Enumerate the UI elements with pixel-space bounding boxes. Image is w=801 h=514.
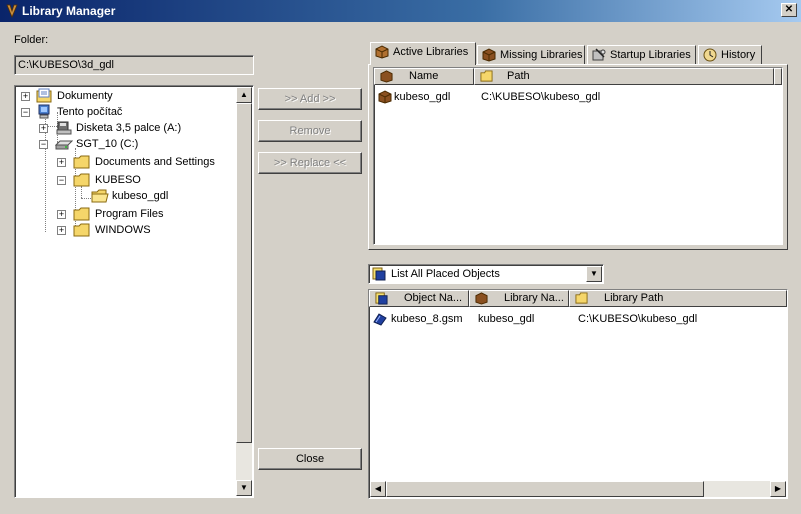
expand-icon[interactable]: + <box>57 158 66 167</box>
placed-objects-icon <box>372 267 386 281</box>
folder-path-field: C:\KUBESO\3d_gdl <box>14 55 254 75</box>
table-row[interactable]: kubeso_gdl C:\KUBESO\kubeso_gdl <box>376 88 776 106</box>
tree-item-label: Program Files <box>95 208 164 220</box>
scroll-down-icon[interactable]: ▼ <box>236 480 252 496</box>
object-name-cell: kubeso_8.gsm <box>391 313 463 325</box>
scroll-thumb[interactable] <box>236 103 252 443</box>
gsm-object-icon <box>373 313 387 326</box>
folder-icon <box>480 70 493 82</box>
scroll-right-icon[interactable]: ▶ <box>770 481 786 497</box>
library-box-icon <box>482 48 496 62</box>
tab-label: Missing Libraries <box>500 49 583 61</box>
tab-label: History <box>721 49 756 61</box>
replace-button[interactable]: >> Replace << <box>258 152 362 174</box>
remove-button[interactable]: Remove <box>258 120 362 142</box>
column-header-library-name[interactable]: Library Na... <box>469 290 569 307</box>
expand-icon[interactable]: + <box>57 226 66 235</box>
tab-active-libraries[interactable]: Active Libraries <box>370 42 476 65</box>
tree-item-label: KUBESO <box>95 174 141 186</box>
tab-startup-libraries[interactable]: Startup Libraries <box>587 45 696 65</box>
scroll-up-icon[interactable]: ▲ <box>236 87 252 103</box>
chevron-down-icon[interactable]: ▼ <box>586 266 602 282</box>
tree-item-dokumenty[interactable]: + Dokumenty <box>17 88 227 104</box>
scroll-left-icon[interactable]: ◀ <box>370 481 386 497</box>
column-header-filler <box>774 68 782 85</box>
computer-icon <box>38 104 50 119</box>
title-bar: Library Manager ✕ <box>0 0 801 22</box>
tree-item-label: SGT_10 (C:) <box>76 138 139 150</box>
folder-open-icon <box>91 189 109 203</box>
active-libraries-list[interactable]: Name Path kubeso_gdl C:\KUBESO\kubeso_gd… <box>373 67 783 245</box>
startup-icon <box>592 48 606 61</box>
tree-item-label: Tento počítač <box>57 106 123 118</box>
placed-objects-filter-select[interactable]: List All Placed Objects ▼ <box>368 264 604 284</box>
tab-label: Active Libraries <box>393 46 469 58</box>
tree-item-kubeso-gdl[interactable]: kubeso_gdl <box>17 188 227 204</box>
tree-item-windows[interactable]: + WINDOWS <box>17 222 227 238</box>
folder-icon <box>73 207 90 221</box>
collapse-icon[interactable]: − <box>39 140 48 149</box>
window-title: Library Manager <box>22 4 116 18</box>
expand-icon[interactable]: + <box>39 124 48 133</box>
column-header-path[interactable]: Path <box>474 68 774 85</box>
library-box-icon <box>380 70 393 83</box>
library-box-icon <box>375 45 389 59</box>
history-icon <box>703 48 717 62</box>
tree-item-label: kubeso_gdl <box>112 190 169 202</box>
folder-icon <box>73 223 90 237</box>
hard-drive-icon <box>55 140 73 150</box>
close-window-button[interactable]: ✕ <box>781 3 797 17</box>
tree-item-kubeso[interactable]: − KUBESO <box>17 172 227 188</box>
expand-icon[interactable]: + <box>21 92 30 101</box>
documents-icon <box>36 88 52 103</box>
library-name-cell: kubeso_gdl <box>394 91 451 103</box>
column-header-object-name[interactable]: Object Na... <box>369 290 469 307</box>
table-row[interactable]: kubeso_8.gsm kubeso_gdl C:\KUBESO\kubeso… <box>371 310 781 328</box>
close-button[interactable]: Close <box>258 448 362 470</box>
tab-history[interactable]: History <box>698 45 762 65</box>
column-header-library-path[interactable]: Library Path <box>569 290 787 307</box>
tree-item-label: Documents and Settings <box>95 156 215 168</box>
scroll-thumb[interactable] <box>386 481 704 497</box>
close-icon: ✕ <box>784 4 794 15</box>
add-button[interactable]: >> Add >> <box>258 88 362 110</box>
tree-item-drive-c[interactable]: − SGT_10 (C:) <box>17 136 227 152</box>
folder-icon <box>575 292 588 304</box>
app-icon <box>6 4 18 19</box>
tree-item-program-files[interactable]: + Program Files <box>17 206 227 222</box>
column-header-name[interactable]: Name <box>374 68 474 85</box>
tree-vertical-scrollbar[interactable]: ▲ ▼ <box>236 87 252 496</box>
tab-label: Startup Libraries <box>610 49 691 61</box>
expand-icon[interactable]: + <box>57 210 66 219</box>
placed-objects-horizontal-scrollbar[interactable]: ◀ ▶ <box>370 481 786 497</box>
tree-item-label: WINDOWS <box>95 224 151 236</box>
library-box-icon <box>475 292 488 305</box>
folder-label: Folder: <box>14 34 49 46</box>
folder-icon <box>73 173 90 187</box>
library-path-cell: C:\KUBESO\kubeso_gdl <box>481 91 601 103</box>
tree-item-label: Disketa 3,5 palce (A:) <box>76 122 182 134</box>
object-icon <box>375 292 388 305</box>
collapse-icon[interactable]: − <box>21 108 30 117</box>
tree-item-label: Dokumenty <box>57 90 113 102</box>
placed-objects-list[interactable]: Object Na... Library Na... Library Path … <box>368 289 788 499</box>
library-path-cell: C:\KUBESO\kubeso_gdl <box>578 313 698 325</box>
tree-item-computer[interactable]: − Tento počítač <box>17 104 227 120</box>
folder-tree[interactable]: + Dokumenty − Tento počítač + Disketa 3,… <box>14 85 254 498</box>
library-box-icon <box>378 90 392 104</box>
folder-icon <box>73 155 90 169</box>
floppy-drive-icon <box>56 121 72 135</box>
library-name-cell: kubeso_gdl <box>478 313 535 325</box>
tree-item-floppy[interactable]: + Disketa 3,5 palce (A:) <box>17 120 227 136</box>
collapse-icon[interactable]: − <box>57 176 66 185</box>
tree-item-documents-and-settings[interactable]: + Documents and Settings <box>17 154 227 170</box>
tab-missing-libraries[interactable]: Missing Libraries <box>477 45 585 65</box>
select-value: List All Placed Objects <box>391 268 500 280</box>
folder-path-value: C:\KUBESO\3d_gdl <box>18 59 114 71</box>
